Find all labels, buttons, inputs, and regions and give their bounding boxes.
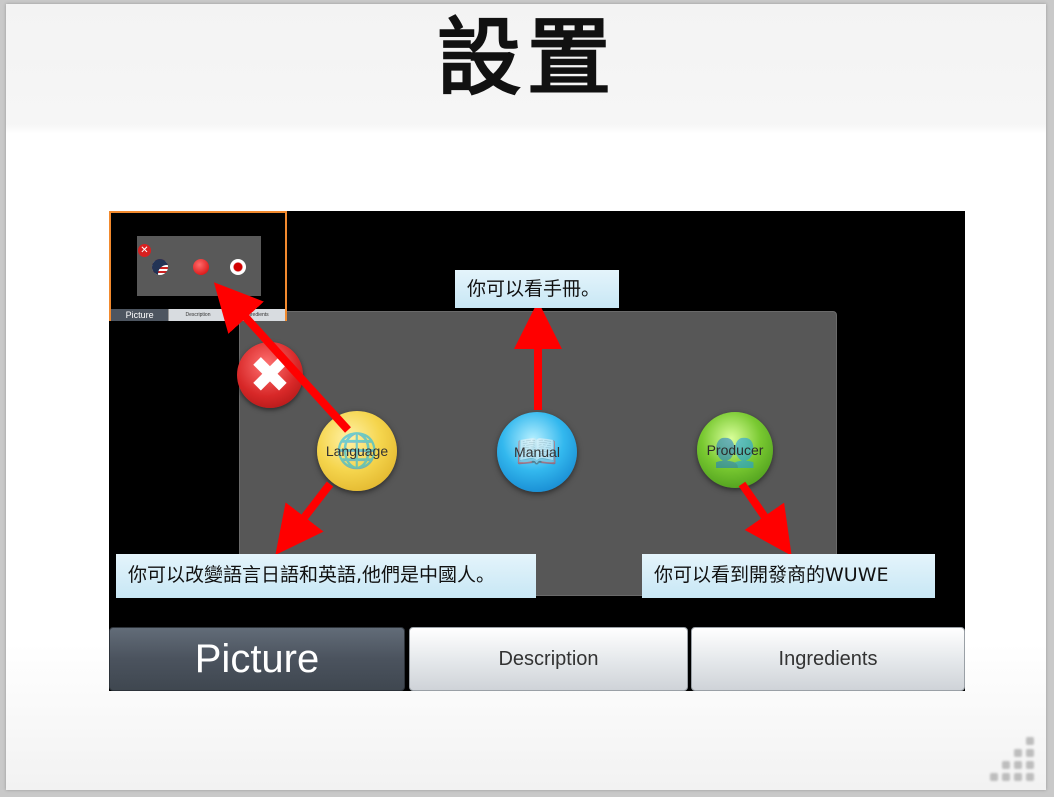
arrow-to-language-callout [275,481,334,556]
manual-button-label: Manual [514,444,560,460]
producer-button-label: Producer [706,442,764,458]
arrow-to-thumbnail [213,282,351,433]
arrow-to-producer-callout [738,481,792,556]
corner-decoration [990,733,1040,783]
language-button-label: Language [325,443,389,459]
producer-callout: 你可以看到開發商的WUWE [642,554,935,598]
language-callout: 你可以改變語言日語和英語,他們是中國人。 [116,554,536,598]
manual-callout: 你可以看手冊。 [455,270,619,308]
annotation-arrows [213,282,792,556]
